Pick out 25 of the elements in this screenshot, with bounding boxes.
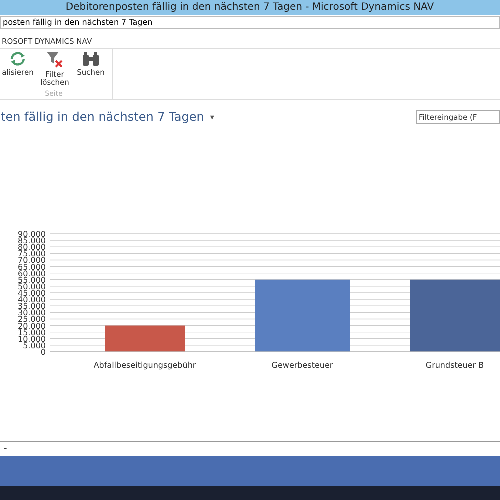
category-label: Grundsteuer B: [426, 361, 484, 370]
y-tick-label: 55.000: [18, 276, 46, 285]
address-bar[interactable]: posten fällig in den nächsten 7 Tagen: [0, 16, 500, 29]
breadcrumb-text: posten fällig in den nächsten 7 Tagen: [3, 18, 153, 27]
y-tick-label: 0: [40, 348, 46, 357]
y-tick-label: 60.000: [18, 269, 46, 278]
refresh-icon: [9, 51, 27, 67]
page-title: ten fällig in den nächsten 7 Tagen: [0, 110, 204, 124]
y-tick-label: 50.000: [18, 282, 46, 292]
y-tick-label: 45.000: [18, 289, 46, 298]
window-title: Debitorenposten fällig in den nächsten 7 Tagen - Microsoft Dynamics NAV: [66, 2, 434, 13]
caret-icon[interactable]: ▾: [210, 112, 214, 122]
y-tick-label: 5.000: [23, 341, 46, 350]
y-tick-label: 10.000: [18, 334, 46, 344]
category-label: Gewerbesteuer: [272, 361, 334, 370]
y-tick-label: 20.000: [18, 322, 46, 331]
y-tick-label: 65.000: [18, 262, 46, 272]
y-tick-label: 25.000: [18, 315, 46, 324]
y-tick-label: 90.000: [18, 230, 46, 239]
category-label: Abfallbeseitigungsgebühr: [94, 361, 196, 370]
filter-clear-icon: [46, 51, 64, 69]
y-tick-label: 15.000: [18, 328, 46, 338]
dropdown[interactable]: -: [4, 444, 8, 454]
binoculars-icon: [82, 51, 100, 67]
y-tick-label: 70.000: [18, 256, 46, 266]
